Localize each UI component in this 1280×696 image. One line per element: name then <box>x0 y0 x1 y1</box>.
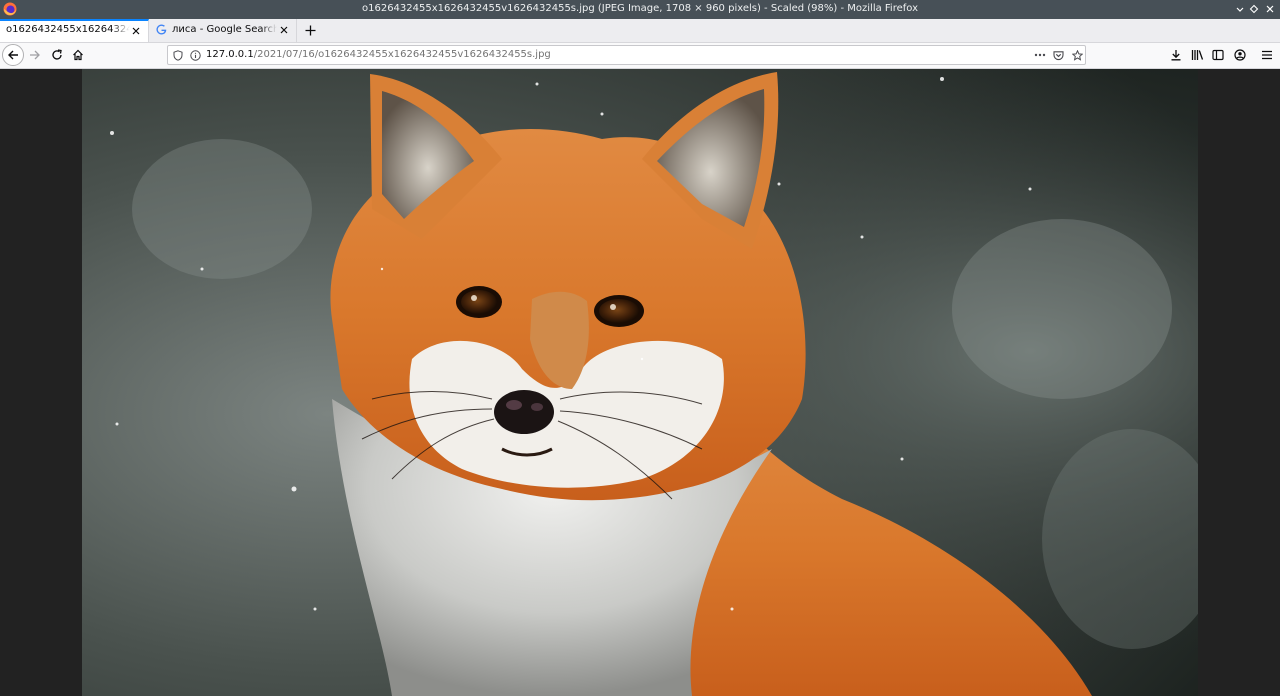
library-icon[interactable] <box>1190 48 1204 62</box>
tab-label: o1626432455x1626432455v1626432455s.jpg <box>6 24 130 35</box>
minimize-icon[interactable] <box>1233 2 1247 16</box>
tracking-protection-shield-icon[interactable] <box>172 49 184 61</box>
tab-image[interactable]: o1626432455x1626432455v1626432455s.jpg <box>0 19 149 42</box>
info-icon[interactable] <box>189 49 201 61</box>
forward-button[interactable] <box>24 44 46 66</box>
google-favicon-icon <box>156 24 168 36</box>
url-path: /2021/07/16/o1626432455x1626432455v16264… <box>253 49 551 60</box>
window-title: o1626432455x1626432455v1626432455s.jpg (… <box>361 3 919 14</box>
back-button[interactable] <box>2 44 24 66</box>
close-tab-icon[interactable] <box>278 24 290 36</box>
reload-button[interactable] <box>46 44 68 66</box>
close-tab-icon[interactable] <box>130 25 142 37</box>
url-host: 127.0.0.1 <box>206 49 254 60</box>
navigation-toolbar: 127.0.0.1/2021/07/16/o1626432455x1626432… <box>0 43 1280 69</box>
tab-strip: o1626432455x1626432455v1626432455s.jpg л… <box>0 19 1280 43</box>
pocket-icon[interactable] <box>1052 49 1064 61</box>
tab-label: лиса - Google Search <box>172 24 277 35</box>
menu-hamburger-icon[interactable] <box>1260 48 1274 62</box>
home-button[interactable] <box>67 44 89 66</box>
url-bar[interactable]: 127.0.0.1/2021/07/16/o1626432455x1626432… <box>167 45 1086 65</box>
downloads-icon[interactable] <box>1169 48 1183 62</box>
page-actions-menu-icon[interactable] <box>1034 49 1046 61</box>
window-titlebar: o1626432455x1626432455v1626432455s.jpg (… <box>0 0 1280 19</box>
account-icon[interactable] <box>1233 48 1247 62</box>
sidebar-icon[interactable] <box>1211 48 1225 62</box>
close-window-icon[interactable] <box>1263 2 1277 16</box>
fox-photo[interactable] <box>82 69 1198 696</box>
fox-illustration <box>82 69 1198 696</box>
url-text: 127.0.0.1/2021/07/16/o1626432455x1626432… <box>206 49 551 60</box>
image-viewer <box>0 69 1280 696</box>
tab-google-search[interactable]: лиса - Google Search <box>149 19 297 42</box>
new-tab-button[interactable] <box>301 21 319 39</box>
maximize-icon[interactable] <box>1247 2 1261 16</box>
bookmark-star-icon[interactable] <box>1071 49 1083 61</box>
